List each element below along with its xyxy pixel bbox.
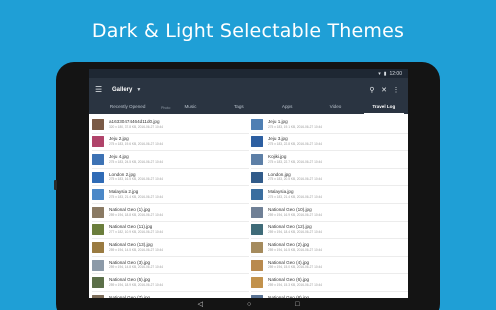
- chevron-down-icon[interactable]: ▼: [136, 87, 141, 93]
- thumbnail-image: [92, 277, 104, 289]
- thumbnail-image: [251, 206, 263, 218]
- thumbnail-image: [251, 118, 263, 130]
- file-item[interactable]: Malaysia.jpg 275 x 183, 21.4 KB, 2016-06-…: [251, 186, 408, 204]
- file-detail: 320 x 180, 37.8 KB, 2016-06-27 10:44: [109, 124, 164, 129]
- file-name: Kojiki.jpg: [268, 153, 287, 159]
- status-time: 12:00: [389, 70, 402, 77]
- thumbnail-image: [251, 171, 263, 183]
- tab-recently-opened[interactable]: Recently Opened: [89, 101, 166, 114]
- thumbnail-image: [251, 189, 263, 201]
- thumbnail-image: [251, 224, 263, 236]
- thumbnail-image: [251, 241, 263, 253]
- file-name: National Geo (13).jpg: [109, 241, 153, 247]
- file-list: a16330474464d11d0.jpg 320 x 180, 37.8 KB,…: [89, 114, 408, 310]
- file-detail: 259 x 194, 18.8 KB, 2016-06-27 10:44: [109, 212, 164, 217]
- file-item[interactable]: National Geo (6).jpg 259 x 194, 15.3 KB, …: [251, 274, 408, 292]
- device-screen: ▾ ▮ 12:00 ☰ Gallery ▼ ⚲ ✕ ⋮ Photo Recent…: [89, 69, 408, 310]
- thumbnail-image: [92, 171, 104, 183]
- file-detail: 277 x 182, 10.9 KB, 2016-06-27 10:44: [109, 230, 164, 235]
- tab-video[interactable]: Video: [311, 101, 359, 114]
- file-item[interactable]: National Geo (3).jpg 259 x 194, 14.8 KB, …: [92, 257, 249, 275]
- signal-icon: ▾: [378, 70, 381, 77]
- file-detail: 259 x 194, 15.0 KB, 2016-06-27 10:44: [268, 265, 323, 270]
- thumbnail-image: [251, 259, 263, 271]
- tab-travel-log[interactable]: Travel Log: [360, 101, 408, 114]
- file-detail: 275 x 183, 21.4 KB, 2016-06-27 10:44: [268, 194, 323, 199]
- thumbnail-image: [251, 136, 263, 148]
- thumbnail-image: [92, 224, 104, 236]
- file-item[interactable]: National Geo (4).jpg 259 x 194, 15.0 KB, …: [251, 257, 408, 275]
- file-item[interactable]: a16330474464d11d0.jpg 320 x 180, 37.8 KB,…: [92, 116, 249, 134]
- file-name: a16330474464d11d0.jpg: [109, 118, 160, 124]
- file-item[interactable]: Jeju 4.jpg 275 x 183, 24.5 KB, 2016-06-27…: [92, 151, 249, 169]
- file-detail: 259 x 194, 14.5 KB, 2016-06-27 10:44: [109, 247, 164, 252]
- file-item[interactable]: Jeju 2.jpg 275 x 183, 19.6 KB, 2016-06-27…: [92, 134, 249, 152]
- file-item[interactable]: National Geo (2).jpg 259 x 194, 16.5 KB, …: [251, 239, 408, 257]
- file-name: National Geo (2).jpg: [268, 241, 310, 247]
- thumbnail-image: [92, 241, 104, 253]
- tab-tags[interactable]: Tags: [215, 101, 263, 114]
- thumbnail-image: [92, 136, 104, 148]
- search-icon[interactable]: ⚲: [366, 86, 378, 94]
- file-item[interactable]: National Geo (12).jpg 259 x 194, 18.4 KB,…: [251, 222, 408, 240]
- app-title[interactable]: Gallery: [112, 87, 132, 93]
- battery-icon: ▮: [383, 70, 387, 77]
- file-detail: 259 x 194, 16.9 KB, 2016-06-27 10:44: [268, 212, 323, 217]
- more-options-icon[interactable]: ⋮: [390, 86, 402, 94]
- tab-music[interactable]: Music: [166, 101, 214, 114]
- navigation-bar: ◁ ○ □: [89, 298, 408, 310]
- file-detail: 275 x 183, 19.6 KB, 2016-06-27 10:44: [109, 142, 164, 147]
- home-icon[interactable]: ○: [247, 301, 251, 308]
- file-detail: 259 x 194, 16.5 KB, 2016-06-27 10:44: [268, 247, 323, 252]
- thumbnail-image: [251, 277, 263, 289]
- file-name: National Geo (10).jpg: [268, 206, 312, 212]
- file-item[interactable]: National Geo (11).jpg 277 x 182, 10.9 KB,…: [92, 222, 249, 240]
- file-detail: 275 x 183, 24.5 KB, 2016-06-27 10:44: [109, 159, 164, 164]
- file-name: Jeju 1.jpg: [268, 118, 288, 124]
- file-detail: 275 x 183, 22.7 KB, 2016-06-27 10:44: [268, 159, 323, 164]
- tab-bar: Photo Recently Opened Music Tags Apps Video T…: [89, 101, 408, 114]
- status-bar: ▾ ▮ 12:00: [89, 69, 408, 78]
- file-item[interactable]: National Geo (5).jpg 259 x 194, 18.9 KB, …: [92, 274, 249, 292]
- file-item[interactable]: Malaysia 2.jpg 275 x 183, 21.4 KB, 2016-0…: [92, 186, 249, 204]
- thumbnail-image: [251, 153, 263, 165]
- menu-icon[interactable]: ☰: [95, 85, 109, 94]
- file-item[interactable]: National Geo (10).jpg 259 x 194, 16.9 KB,…: [251, 204, 408, 222]
- file-name: National Geo (1).jpg: [109, 206, 151, 212]
- file-detail: 275 x 183, 22.8 KB, 2016-06-27 10:44: [268, 142, 323, 147]
- file-item[interactable]: National Geo (13).jpg 259 x 194, 14.5 KB,…: [92, 239, 249, 257]
- recents-icon[interactable]: □: [295, 301, 299, 308]
- thumbnail-image: [92, 118, 104, 130]
- file-detail: 259 x 194, 18.9 KB, 2016-06-27 10:44: [109, 282, 164, 287]
- file-detail: 259 x 194, 15.3 KB, 2016-06-27 10:44: [268, 282, 323, 287]
- thumbnail-image: [92, 189, 104, 201]
- tab-apps[interactable]: Apps: [263, 101, 311, 114]
- file-item[interactable]: Jeju 1.jpg 275 x 183, 19.1 KB, 2016-06-27…: [251, 116, 408, 134]
- thumbnail-image: [92, 259, 104, 271]
- thumbnail-image: [92, 206, 104, 218]
- file-item[interactable]: London.jpg 275 x 183, 20.5 KB, 2016-06-27…: [251, 169, 408, 187]
- app-bar: ☰ Gallery ▼ ⚲ ✕ ⋮: [89, 78, 408, 101]
- close-icon[interactable]: ✕: [378, 86, 390, 94]
- back-icon[interactable]: ◁: [198, 300, 203, 308]
- file-item[interactable]: National Geo (1).jpg 259 x 194, 18.8 KB, …: [92, 204, 249, 222]
- tablet-side-button: [54, 180, 57, 190]
- file-detail: 275 x 183, 20.5 KB, 2016-06-27 10:44: [268, 177, 323, 182]
- file-item[interactable]: Jeju 3.jpg 275 x 183, 22.8 KB, 2016-06-27…: [251, 134, 408, 152]
- file-detail: 259 x 194, 14.8 KB, 2016-06-27 10:44: [109, 265, 164, 270]
- file-name: Jeju 4.jpg: [109, 153, 129, 159]
- headline: Dark & Light Selectable Themes: [91, 20, 405, 42]
- file-item[interactable]: Kojiki.jpg 275 x 183, 22.7 KB, 2016-06-27…: [251, 151, 408, 169]
- file-detail: 275 x 183, 19.1 KB, 2016-06-27 10:44: [268, 124, 323, 129]
- thumbnail-image: [92, 153, 104, 165]
- file-detail: 275 x 183, 16.5 KB, 2016-06-27 10:44: [109, 177, 164, 182]
- file-detail: 275 x 183, 21.4 KB, 2016-06-27 10:44: [109, 194, 164, 199]
- file-detail: 259 x 194, 18.4 KB, 2016-06-27 10:44: [268, 230, 323, 235]
- file-item[interactable]: London 2.jpg 275 x 183, 16.5 KB, 2016-06-…: [92, 169, 249, 187]
